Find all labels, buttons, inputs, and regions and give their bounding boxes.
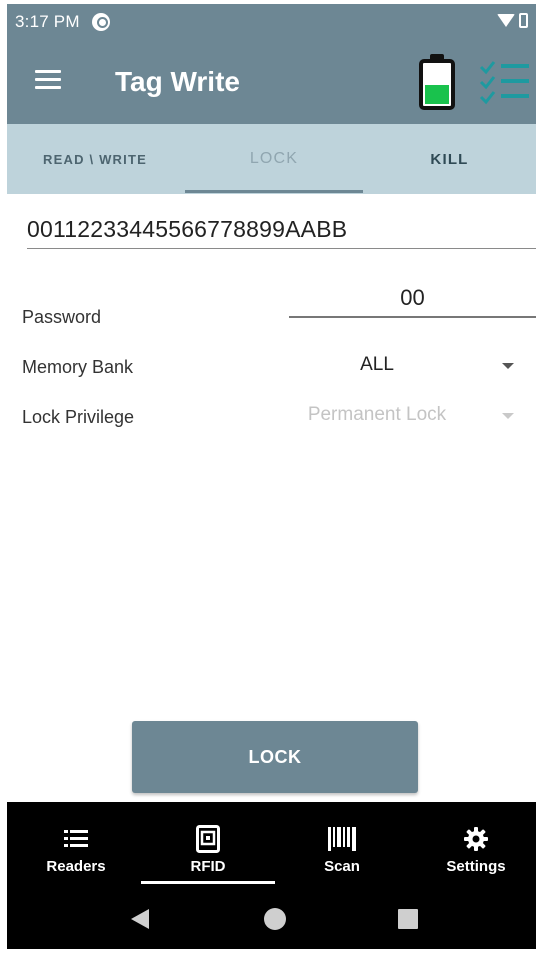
checklist-icon[interactable] — [479, 58, 531, 106]
lock-privilege-label: Lock Privilege — [22, 407, 135, 427]
status-time: 3:17 PM — [15, 12, 80, 31]
chevron-down-icon[interactable] — [502, 363, 514, 369]
app-bar: Tag Write — [7, 40, 536, 124]
tag-id-underline — [27, 248, 536, 249]
status-icons — [497, 13, 528, 28]
nav-indicator — [141, 881, 275, 884]
tab-read-write[interactable]: READ \ WRITE — [7, 124, 183, 194]
page-title: Tag Write — [115, 66, 240, 97]
status-bar: 3:17 PM — [7, 4, 536, 40]
nav-item-rfid[interactable]: RFID — [142, 802, 274, 889]
lock-privilege-select[interactable]: Permanent Lock — [287, 404, 467, 426]
nav-label-rfid: RFID — [190, 858, 226, 875]
nav-item-readers[interactable]: Readers — [10, 802, 142, 889]
nav-item-settings[interactable]: Settings — [410, 802, 536, 889]
wifi-icon — [497, 14, 515, 27]
password-underline — [289, 316, 536, 318]
chevron-down-icon[interactable] — [502, 413, 514, 419]
rfid-icon — [196, 825, 220, 853]
recents-icon[interactable] — [398, 909, 418, 929]
tab-bar: READ \ WRITE LOCK KILL — [7, 124, 536, 194]
battery-status-icon — [519, 13, 528, 28]
password-label: Password — [22, 307, 102, 327]
nav-item-scan[interactable]: Scan — [276, 802, 408, 889]
tab-indicator — [185, 190, 363, 193]
screen: 3:17 PM Tag Write READ \ WRITE LOCK KILL — [7, 4, 536, 949]
list-icon — [64, 830, 88, 847]
bottom-nav: Readers RFID Scan Settings — [7, 802, 536, 889]
tab-kill[interactable]: KILL — [363, 124, 536, 194]
gear-icon — [464, 827, 488, 851]
back-icon[interactable] — [131, 909, 149, 929]
nav-label-scan: Scan — [324, 858, 360, 875]
system-nav-bar — [7, 889, 536, 949]
reader-battery-icon[interactable] — [419, 54, 455, 110]
password-input[interactable]: 00 — [289, 285, 536, 311]
nav-label-readers: Readers — [46, 858, 106, 875]
lock-button[interactable]: LOCK — [132, 721, 418, 793]
barcode-icon — [328, 827, 356, 851]
menu-icon[interactable] — [35, 70, 61, 90]
memory-bank-select[interactable]: ALL — [297, 354, 457, 376]
home-icon[interactable] — [264, 908, 286, 930]
app-status-icon — [91, 13, 110, 31]
nav-label-settings: Settings — [446, 858, 506, 875]
tag-id-field[interactable]: 00112233445566778899AABB — [27, 216, 347, 243]
tab-lock[interactable]: LOCK — [185, 124, 363, 194]
memory-bank-label: Memory Bank — [22, 357, 134, 377]
